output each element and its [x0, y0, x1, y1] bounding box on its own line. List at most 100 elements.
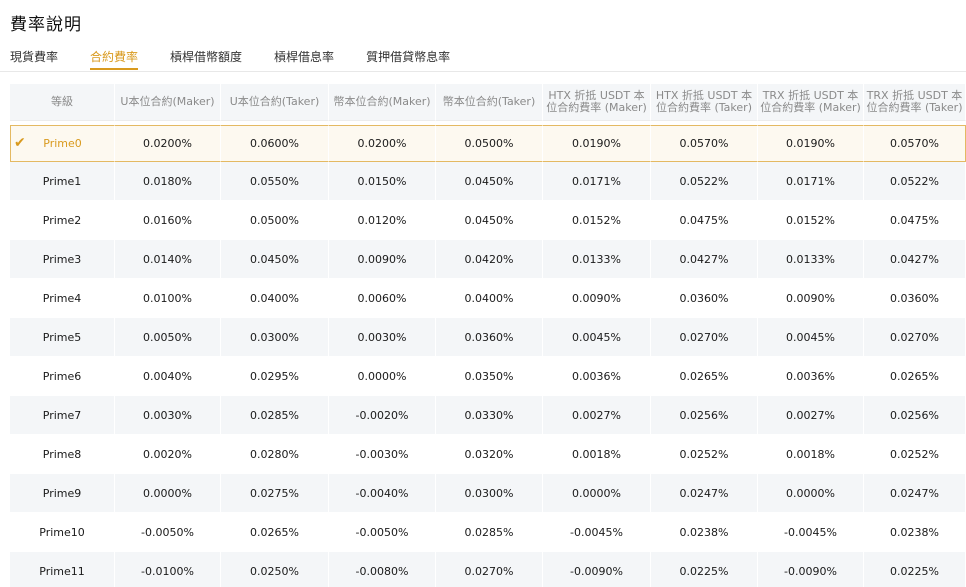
cell-rate: -0.0045%: [543, 513, 651, 552]
cell-rate: 0.0027%: [758, 396, 864, 435]
cell-rate: 0.0522%: [651, 162, 758, 201]
table-row: Prime2 0.0160% 0.0500% 0.0120% 0.0450% 0.0152…: [10, 201, 966, 240]
cell-rate: 0.0247%: [651, 474, 758, 513]
table-row: Prime6 0.0040% 0.0295% 0.0000% 0.0350% 0.0036…: [10, 357, 966, 396]
cell-rate: 0.0120%: [329, 201, 436, 240]
cell-rate: 0.0500%: [436, 125, 543, 162]
cell-rate: 0.0020%: [115, 435, 221, 474]
cell-rate: 0.0400%: [436, 279, 543, 318]
cell-rate: 0.0320%: [436, 435, 543, 474]
table-row: Prime5 0.0050% 0.0300% 0.0030% 0.0360% 0.0045…: [10, 318, 966, 357]
table-row: Prime8 0.0020% 0.0280% -0.0030% 0.0320% 0.001…: [10, 435, 966, 474]
cell-level: Prime5: [10, 318, 115, 357]
cell-rate: 0.0050%: [115, 318, 221, 357]
cell-rate: 0.0190%: [543, 125, 651, 162]
tab-margin-interest-rate[interactable]: 槓桿借息率: [274, 48, 334, 70]
cell-rate: 0.0171%: [543, 162, 651, 201]
table-row: Prime10 -0.0050% 0.0265% -0.0050% 0.0285% -0.…: [10, 513, 966, 552]
cell-rate: 0.0265%: [864, 357, 966, 396]
cell-rate: 0.0265%: [651, 357, 758, 396]
cell-level: ✔ Prime0: [10, 125, 115, 162]
cell-rate: 0.0450%: [436, 162, 543, 201]
cell-rate: 0.0400%: [221, 279, 329, 318]
check-icon: ✔: [14, 135, 26, 151]
cell-level-label: Prime0: [43, 137, 82, 150]
cell-rate: 0.0330%: [436, 396, 543, 435]
cell-rate: 0.0000%: [115, 474, 221, 513]
cell-rate: 0.0252%: [864, 435, 966, 474]
cell-rate: 0.0252%: [651, 435, 758, 474]
cell-rate: 0.0420%: [436, 240, 543, 279]
cell-rate: 0.0030%: [329, 318, 436, 357]
header-htx-maker: HTX 折抵 USDT 本位合約費率 (Maker): [543, 84, 651, 121]
tab-margin-borrow-limit[interactable]: 槓桿借幣額度: [170, 48, 242, 70]
cell-rate: 0.0300%: [221, 318, 329, 357]
cell-rate: -0.0090%: [758, 552, 864, 587]
header-level: 等級: [10, 84, 115, 121]
header-usdt-taker: U本位合約(Taker): [221, 84, 329, 121]
fee-table-body: ✔ Prime0 0.0200% 0.0600% 0.0200% 0.0500% 0.019…: [10, 121, 966, 587]
cell-rate: 0.0027%: [543, 396, 651, 435]
tabs-divider: [0, 71, 966, 72]
cell-rate: -0.0030%: [329, 435, 436, 474]
cell-rate: 0.0018%: [758, 435, 864, 474]
table-row: Prime7 0.0030% 0.0285% -0.0020% 0.0330% 0.002…: [10, 396, 966, 435]
cell-rate: 0.0045%: [543, 318, 651, 357]
cell-rate: 0.0475%: [864, 201, 966, 240]
cell-rate: 0.0225%: [864, 552, 966, 587]
cell-rate: 0.0000%: [758, 474, 864, 513]
cell-rate: 0.0247%: [864, 474, 966, 513]
cell-rate: 0.0256%: [651, 396, 758, 435]
cell-rate: 0.0427%: [651, 240, 758, 279]
tab-collateral-loan-rate[interactable]: 質押借貸幣息率: [366, 48, 450, 70]
cell-rate: 0.0200%: [329, 125, 436, 162]
cell-rate: 0.0152%: [758, 201, 864, 240]
header-coin-taker: 幣本位合約(Taker): [436, 84, 543, 121]
fee-table: 等級 U本位合約(Maker) U本位合約(Taker) 幣本位合約(Maker…: [10, 84, 966, 587]
cell-rate: -0.0045%: [758, 513, 864, 552]
cell-level: Prime6: [10, 357, 115, 396]
cell-rate: 0.0250%: [221, 552, 329, 587]
cell-level: Prime9: [10, 474, 115, 513]
header-coin-maker: 幣本位合約(Maker): [329, 84, 436, 121]
cell-rate: 0.0275%: [221, 474, 329, 513]
cell-rate: 0.0360%: [436, 318, 543, 357]
cell-rate: 0.0270%: [864, 318, 966, 357]
cell-level: Prime11: [10, 552, 115, 587]
fee-tabs: 現貨費率 合約費率 槓桿借幣額度 槓桿借息率 質押借貸幣息率: [10, 48, 482, 70]
cell-rate: 0.0018%: [543, 435, 651, 474]
table-header-row: 等級 U本位合約(Maker) U本位合約(Taker) 幣本位合約(Maker…: [10, 84, 966, 121]
cell-rate: 0.0152%: [543, 201, 651, 240]
cell-rate: 0.0265%: [221, 513, 329, 552]
cell-rate: 0.0270%: [651, 318, 758, 357]
cell-rate: 0.0133%: [758, 240, 864, 279]
table-row: Prime11 -0.0100% 0.0250% -0.0080% 0.0270% -0.…: [10, 552, 966, 587]
header-trx-maker: TRX 折抵 USDT 本位合約費率 (Maker): [758, 84, 864, 121]
table-row: ✔ Prime0 0.0200% 0.0600% 0.0200% 0.0500% 0.019…: [10, 125, 966, 162]
cell-rate: 0.0100%: [115, 279, 221, 318]
cell-rate: 0.0360%: [864, 279, 966, 318]
cell-rate: 0.0285%: [436, 513, 543, 552]
cell-rate: 0.0036%: [758, 357, 864, 396]
cell-rate: 0.0300%: [436, 474, 543, 513]
tab-spot-fees[interactable]: 現貨費率: [10, 48, 58, 70]
cell-level: Prime1: [10, 162, 115, 201]
cell-rate: 0.0090%: [758, 279, 864, 318]
cell-rate: 0.0238%: [864, 513, 966, 552]
header-trx-taker: TRX 折抵 USDT 本位合約費率 (Taker): [864, 84, 966, 121]
cell-rate: 0.0030%: [115, 396, 221, 435]
cell-rate: 0.0000%: [329, 357, 436, 396]
cell-rate: 0.0160%: [115, 201, 221, 240]
cell-rate: 0.0256%: [864, 396, 966, 435]
cell-rate: 0.0150%: [329, 162, 436, 201]
tab-contract-fees[interactable]: 合約費率: [90, 48, 139, 70]
cell-level: Prime4: [10, 279, 115, 318]
cell-level: Prime10: [10, 513, 115, 552]
cell-rate: 0.0090%: [329, 240, 436, 279]
cell-level: Prime2: [10, 201, 115, 240]
table-row: Prime3 0.0140% 0.0450% 0.0090% 0.0420% 0.0133…: [10, 240, 966, 279]
cell-rate: 0.0522%: [864, 162, 966, 201]
cell-rate: 0.0040%: [115, 357, 221, 396]
cell-rate: 0.0475%: [651, 201, 758, 240]
table-row: Prime4 0.0100% 0.0400% 0.0060% 0.0400% 0.0090…: [10, 279, 966, 318]
